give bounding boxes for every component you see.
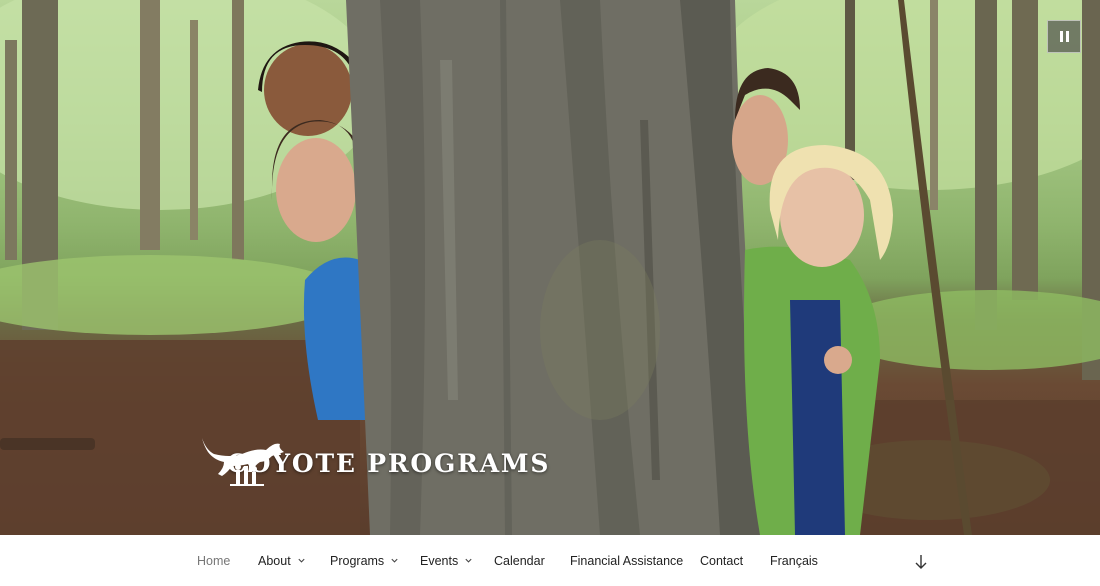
header-image: COYOTE PROGRAMS — [0, 0, 1100, 535]
arrow-down-icon[interactable] — [913, 553, 929, 571]
nav-item-home[interactable]: Home — [197, 535, 230, 586]
nav-item-contact[interactable]: Contact — [700, 535, 743, 586]
pause-icon — [1059, 31, 1063, 42]
coyote-logo-icon — [202, 438, 284, 486]
nav-item-francais[interactable]: Français — [770, 535, 818, 586]
nav-item-label: About — [258, 553, 291, 568]
nav-item-programs[interactable]: Programs — [330, 535, 399, 586]
nav-item-label: Calendar — [494, 553, 545, 568]
nav-item-about[interactable]: About — [258, 535, 306, 586]
chevron-down-icon — [298, 558, 305, 563]
chevron-down-icon — [391, 558, 398, 563]
nav-item-label: Financial Assistance — [570, 553, 684, 568]
nav-item-events[interactable]: Events — [420, 535, 473, 586]
nav-item-financial-assistance[interactable]: Financial Assistance — [570, 535, 683, 586]
nav-item-label: Contact — [700, 553, 744, 568]
main-navigation: Home About Programs Events Calendar Fina… — [0, 535, 1100, 586]
nav-item-label: Events — [420, 553, 459, 568]
nav-item-label: Programs — [330, 553, 385, 568]
nav-item-calendar[interactable]: Calendar — [494, 535, 545, 586]
site-branding[interactable]: COYOTE PROGRAMS — [200, 436, 550, 490]
pause-slideshow-button[interactable] — [1047, 20, 1081, 53]
chevron-down-icon — [465, 558, 472, 563]
nav-item-label: Français — [770, 553, 818, 568]
nav-item-label: Home — [197, 553, 231, 568]
